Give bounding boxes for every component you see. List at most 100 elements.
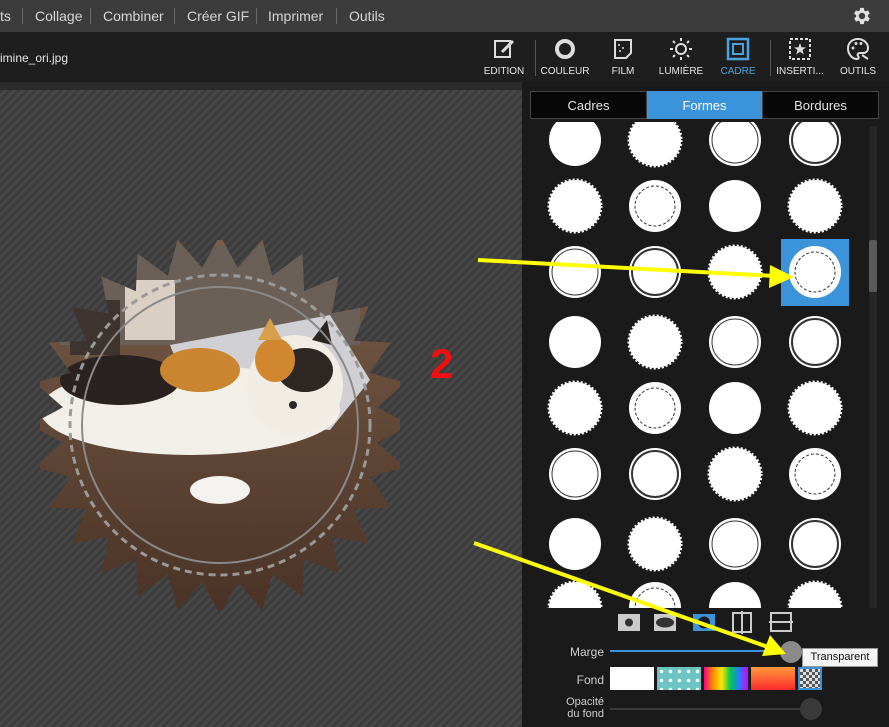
menu-item-imprimer[interactable]: Imprimer [268,0,323,32]
shape-thumbnail[interactable] [787,178,843,234]
film-icon [614,39,632,59]
frame-icon [726,37,750,61]
menu-divider [22,8,23,24]
flip-vertical-icon[interactable] [768,610,794,634]
tool-film[interactable]: FILM [601,34,645,80]
menu-divider [174,8,175,24]
panel-tabs: Cadres Formes Bordures [530,91,879,119]
shape-thumbnail[interactable] [547,580,603,608]
menu-item-combiner[interactable]: Combiner [103,0,164,32]
frame-mode-ellipse-icon[interactable] [652,610,678,634]
sun-icon [670,38,692,60]
shape-thumbnail[interactable] [709,122,761,166]
toolbar-divider [770,40,771,76]
shape-grid-canvas [547,122,849,608]
shape-grid [530,122,863,608]
tool-insertion[interactable]: INSERTI... [774,34,826,80]
tool-lumiere[interactable]: LUMIÈRE [656,34,706,80]
shape-thumbnail[interactable] [549,448,601,500]
marge-slider-track[interactable] [610,650,790,652]
shape-thumbnail[interactable] [627,122,683,168]
file-name: imine_ori.jpg [0,51,69,65]
tool-label: INSERTI... [776,66,824,77]
shape-thumbnail[interactable] [789,448,841,500]
shape-thumbnail[interactable] [709,382,761,434]
marge-label: Marge [569,645,604,659]
tool-cadre[interactable]: CADRE [718,34,758,80]
opacite-label: Opacité du fond [555,696,604,720]
frame-mode-square-icon[interactable] [616,610,642,634]
shape-thumbnail[interactable] [549,246,601,298]
shape-thumbnail[interactable] [789,518,841,570]
tooltip: Transparent [802,648,878,667]
shape-thumbnail[interactable] [629,246,681,298]
menu-item-outils[interactable]: Outils [349,0,385,32]
menu-divider [336,8,337,24]
shape-thumbnail[interactable] [787,380,843,436]
tool-outils[interactable]: OUTILS [836,34,880,80]
edit-icon [494,39,515,58]
tool-label: COULEUR [540,66,590,77]
annotation-number: 2 [430,340,454,387]
tool-edition[interactable]: EDITION [480,34,528,80]
shape-thumbnail[interactable] [709,316,761,368]
shape-thumbnail[interactable] [629,180,681,232]
shape-thumbnail[interactable] [549,122,601,166]
fond-label: Fond [576,673,604,687]
shape-thumbnail[interactable] [707,446,763,502]
shape-thumbnail[interactable] [627,314,683,370]
tab-cadres[interactable]: Cadres [530,91,647,119]
menu-divider [256,8,257,24]
shape-thumbnail[interactable] [709,582,761,608]
shape-thumbnail[interactable] [709,180,761,232]
menu-divider [90,8,91,24]
shape-thumbnail[interactable] [787,580,843,608]
shape-thumbnail[interactable] [627,516,683,572]
menu-item-creer-gif[interactable]: Créer GIF [187,0,249,32]
opacity-slider-thumb[interactable] [800,698,822,720]
flip-horizontal-icon[interactable] [729,610,755,634]
tool-label: LUMIÈRE [658,66,704,77]
frame-mode-fill-icon[interactable] [691,610,717,634]
shape-thumbnail[interactable] [547,178,603,234]
shape-thumbnail[interactable] [709,518,761,570]
shape-thumbnail[interactable] [549,518,601,570]
gear-icon[interactable] [850,5,874,27]
tool-label: CADRE [720,66,756,77]
shape-thumbnail[interactable] [629,382,681,434]
tool-label: OUTILS [839,66,877,77]
opacite-label-line1: Opacité [566,696,604,708]
fond-swatch-transparent[interactable] [798,667,822,690]
tab-bordures[interactable]: Bordures [762,91,879,119]
shape-thumbnail[interactable] [707,244,763,300]
framed-cat-photo[interactable] [0,90,522,727]
tool-label: EDITION [483,66,525,77]
toolbar-divider [535,40,536,76]
photo-canvas[interactable] [0,90,522,727]
shape-scrollbar-thumb[interactable] [869,240,877,292]
shape-scrollbar-track[interactable] [869,126,877,608]
opacite-label-line2: du fond [567,708,604,720]
menu-item-ts[interactable]: ts [0,0,11,32]
insert-star-icon [789,38,811,60]
shape-thumbnail[interactable] [789,316,841,368]
fond-swatch-rainbow[interactable] [704,667,748,690]
frame-mode-bar [530,610,879,638]
tab-formes[interactable]: Formes [647,91,762,119]
shape-thumbnail[interactable] [781,239,849,306]
tool-couleur[interactable]: COULEUR [540,34,590,80]
tool-label: FILM [611,66,635,77]
marge-slider-thumb[interactable] [780,641,802,663]
shape-thumbnail[interactable] [789,122,841,166]
shape-thumbnail[interactable] [549,316,601,368]
fond-swatch-white[interactable] [610,667,654,690]
shape-thumbnail[interactable] [629,582,681,608]
shape-thumbnail[interactable] [547,380,603,436]
menu-item-collage[interactable]: Collage [35,0,82,32]
palette-icon [846,37,870,61]
opacity-slider-track[interactable] [610,708,810,710]
fond-swatch-gradient[interactable] [751,667,795,690]
fond-swatch-teal-dots[interactable] [657,667,701,690]
shape-thumbnail[interactable] [629,448,681,500]
color-ring-icon [555,39,575,59]
